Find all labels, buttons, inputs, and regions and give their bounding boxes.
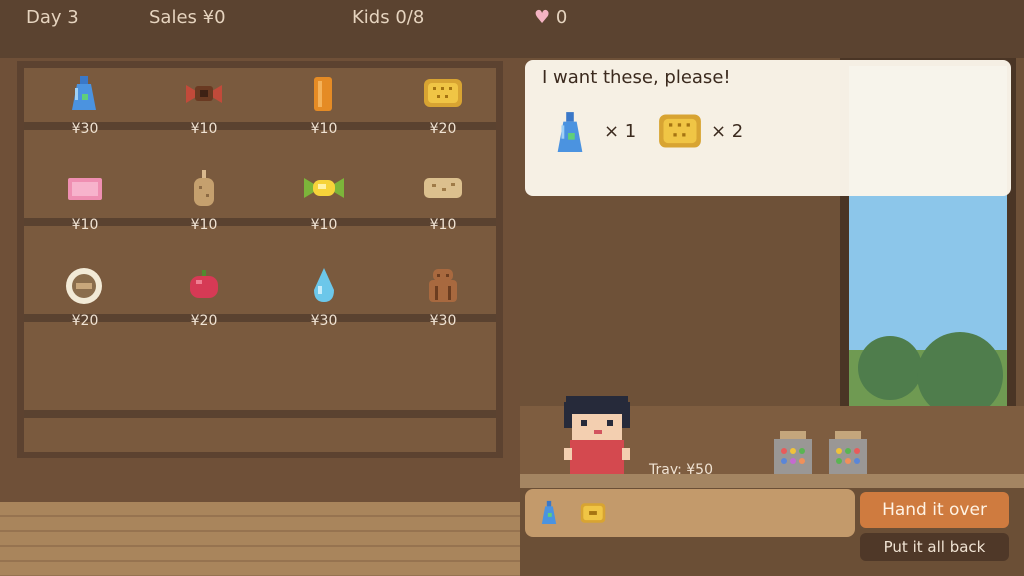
price-label: ¥10 [310,217,338,233]
shelf-item-red-apple[interactable] [184,266,224,306]
shelf-item-brown-doll[interactable] [423,266,463,306]
blue-bottle-icon [557,112,583,152]
price-label: ¥20 [190,313,218,329]
request-qty: × 2 [711,121,744,142]
shelf-item-wrapped-candy[interactable] [304,168,344,208]
price-label: ¥10 [190,121,218,137]
shelf-item-orange-stick[interactable] [304,74,344,114]
tray-item-gold-biscuit-icon[interactable] [580,502,606,524]
shelf-item-potato-stick[interactable] [184,168,224,208]
shelf-item-gold-biscuit[interactable] [423,73,463,113]
heart-icon: ♥ [534,7,551,28]
hand-over-button[interactable]: Hand it over [860,492,1009,528]
price-label: ¥30 [71,121,99,137]
tree [858,336,922,400]
shelf-item-cracker[interactable] [423,168,463,208]
shelf-item-pink-gum[interactable] [65,168,105,208]
price-label: ¥20 [71,313,99,329]
hearts-value: 0 [555,7,568,28]
candy-jar [829,431,867,475]
price-label: ¥30 [310,313,338,329]
shelf-item-round-rice-cracker[interactable] [64,266,104,306]
request-qty: × 1 [604,121,637,142]
wooden-floor [0,502,520,576]
shelf-item-chocolate-candy[interactable] [184,73,224,113]
price-label: ¥30 [429,313,457,329]
price-label: ¥10 [71,217,99,233]
hearts-counter: ♥ 0 [534,7,567,28]
gold-biscuit-icon [659,114,701,148]
tray[interactable] [525,489,855,537]
counter-top [520,474,1024,488]
candy-jar [774,431,812,475]
child-customer [564,396,630,474]
price-label: ¥10 [429,217,457,233]
request-text: I want these, please! [542,67,731,88]
sales-counter: Sales ¥0 [149,7,226,28]
kids-counter: Kids 0/8 [352,7,425,28]
price-label: ¥10 [190,217,218,233]
price-label: ¥10 [310,121,338,137]
day-counter: Day 3 [26,7,79,28]
shelf-item-blue-bottle[interactable] [64,74,104,114]
put-back-button[interactable]: Put it all back [860,533,1009,561]
tray-item-blue-bottle-icon[interactable] [538,499,560,527]
price-label: ¥20 [429,121,457,137]
shelf-plank [24,410,496,418]
shelf-item-water-drop-candy[interactable] [304,266,344,306]
